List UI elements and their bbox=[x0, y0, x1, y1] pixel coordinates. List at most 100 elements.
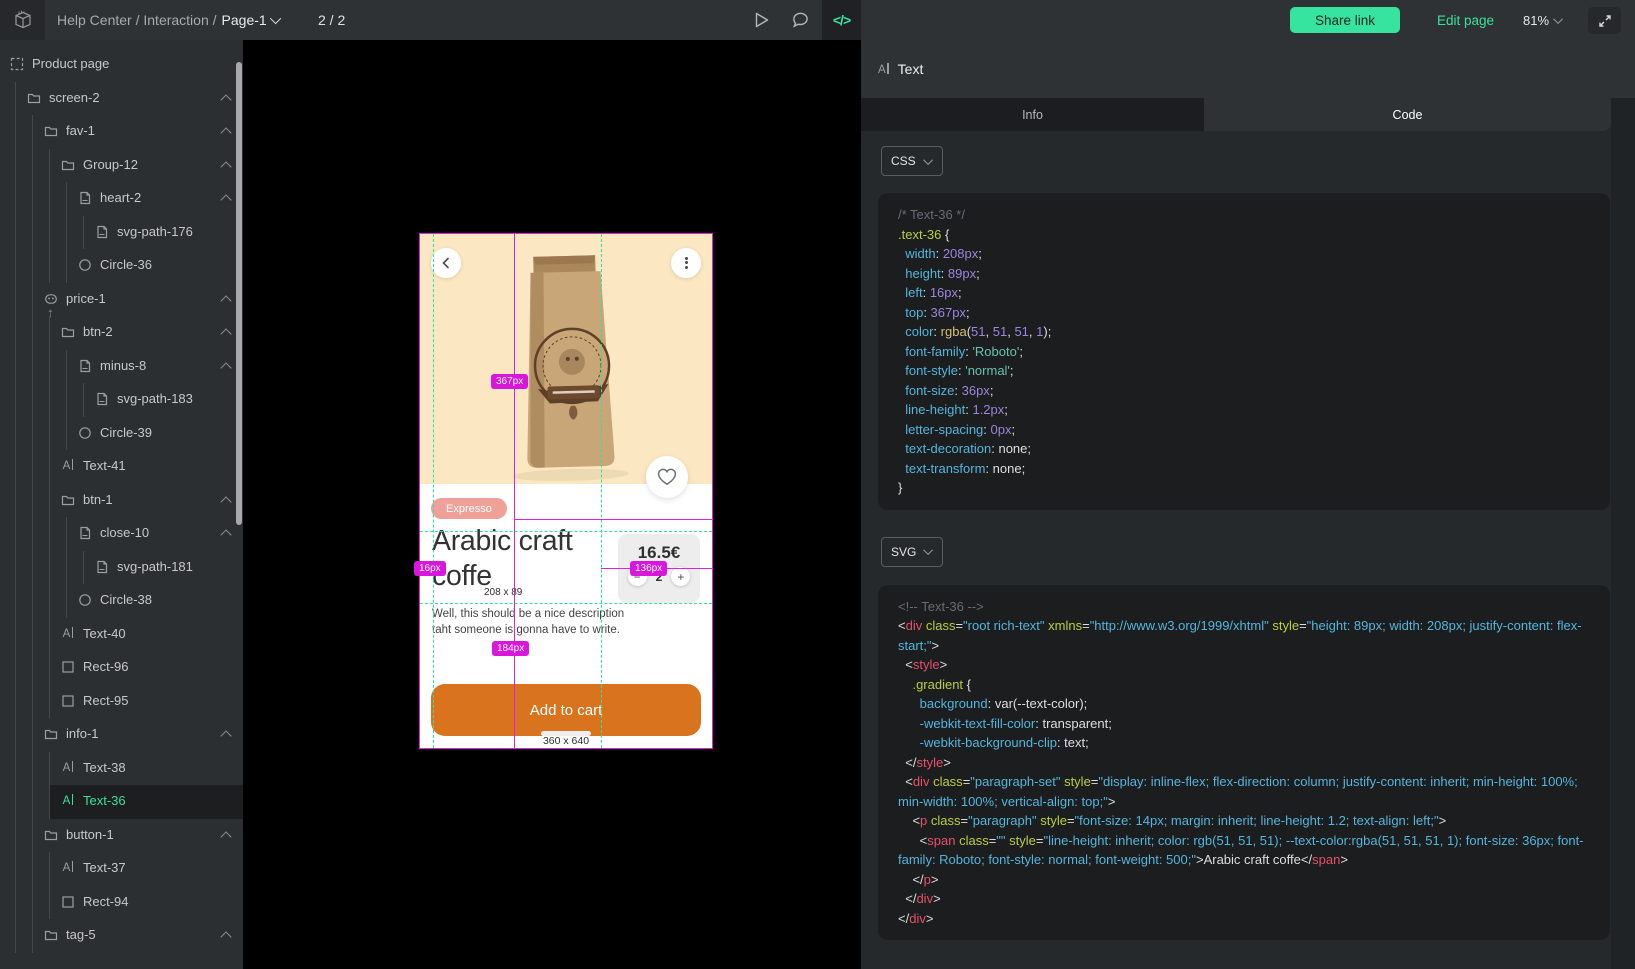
text-layer-icon: A bbox=[61, 794, 75, 808]
layer-item-info-1[interactable]: info-1 bbox=[0, 718, 243, 752]
layer-item-btn-2[interactable]: btn-2 bbox=[0, 316, 243, 350]
layer-item-heart-2[interactable]: heart-2 bbox=[0, 182, 243, 216]
share-link-button[interactable]: Share link bbox=[1290, 7, 1400, 33]
indent-guide bbox=[49, 886, 50, 920]
layer-item-circle-39[interactable]: Circle-39 bbox=[0, 417, 243, 451]
layer-item-price-1[interactable]: price-1↑ bbox=[0, 283, 243, 317]
collapse-chevron-icon[interactable] bbox=[220, 931, 231, 942]
layer-label: Rect-95 bbox=[83, 693, 129, 708]
layer-item-screen-2[interactable]: screen-2 bbox=[0, 82, 243, 116]
selection-size-label: 208 x 89 bbox=[484, 587, 522, 598]
tab-info[interactable]: Info bbox=[861, 98, 1204, 131]
layer-item-button-1[interactable]: button-1 bbox=[0, 819, 243, 853]
layer-item-svg-path-183[interactable]: svg-path-183 bbox=[0, 383, 243, 417]
tab-code[interactable]: Code bbox=[1204, 98, 1611, 131]
layer-item-close-10[interactable]: close-10 bbox=[0, 517, 243, 551]
collapse-chevron-icon[interactable] bbox=[220, 362, 231, 373]
indent-guide bbox=[83, 383, 84, 417]
layer-item-rect-95[interactable]: Rect-95 bbox=[0, 685, 243, 719]
comment-icon bbox=[792, 12, 809, 28]
text-layer-icon: A bbox=[61, 627, 75, 641]
product-description[interactable]: Well, this should be a nice description … bbox=[432, 606, 624, 638]
indent-guide bbox=[32, 182, 33, 216]
svg-select-value: SVG bbox=[891, 545, 916, 559]
layer-item-rect-94[interactable]: Rect-94 bbox=[0, 886, 243, 920]
product-title[interactable]: Arabic craft coffe bbox=[432, 524, 614, 594]
layer-item-text-37[interactable]: AText-37 bbox=[0, 852, 243, 886]
indent-guide bbox=[49, 149, 50, 183]
layer-item-text-38[interactable]: AText-38 bbox=[0, 752, 243, 786]
layer-label: button-1 bbox=[66, 827, 114, 842]
indent-guide bbox=[49, 785, 50, 819]
layer-item-minus-8[interactable]: minus-8 bbox=[0, 350, 243, 384]
layer-item-group-12[interactable]: Group-12 bbox=[0, 149, 243, 183]
collapse-chevron-icon[interactable] bbox=[220, 94, 231, 105]
layer-item-rect-96[interactable]: Rect-96 bbox=[0, 651, 243, 685]
layer-item-fav-1[interactable]: fav-1 bbox=[0, 115, 243, 149]
frame-icon bbox=[10, 57, 24, 71]
layer-item-text-41[interactable]: A Text-41 bbox=[0, 450, 243, 484]
collapse-chevron-icon[interactable] bbox=[220, 831, 231, 842]
layer-item-svg-path-181[interactable]: svg-path-181 bbox=[0, 551, 243, 585]
product-page-screen: Expresso Arabic craft coffe 208 x 89 Wel… bbox=[420, 234, 712, 748]
text-layer-icon: A bbox=[61, 459, 75, 473]
favorite-button[interactable] bbox=[646, 456, 688, 498]
layer-item-circle-36[interactable]: Circle-36 bbox=[0, 249, 243, 283]
more-options-button[interactable] bbox=[671, 248, 701, 278]
indent-guide bbox=[15, 115, 16, 149]
zoom-level-dropdown[interactable]: 81% bbox=[1523, 0, 1563, 40]
fullscreen-button[interactable] bbox=[1588, 7, 1621, 34]
layer-item-text-36[interactable]: AText-36 bbox=[0, 785, 243, 819]
comment-button[interactable] bbox=[783, 0, 817, 40]
indent-guide bbox=[49, 752, 50, 786]
code-view-button[interactable]: </> bbox=[822, 0, 861, 40]
svg-file-icon bbox=[78, 359, 92, 373]
layer-label: svg-path-181 bbox=[117, 559, 193, 574]
indent-guide bbox=[32, 886, 33, 920]
minus-button[interactable]: − bbox=[628, 567, 647, 586]
indent-guide bbox=[15, 852, 16, 886]
layer-item-svg-path-176[interactable]: svg-path-176 bbox=[0, 216, 243, 250]
breadcrumb[interactable]: Help Center / Interaction / Page-1 bbox=[57, 0, 281, 40]
layer-item-product page[interactable]: Product page bbox=[0, 48, 243, 82]
collapse-chevron-icon[interactable] bbox=[220, 529, 231, 540]
back-button[interactable] bbox=[431, 248, 461, 278]
text-layer-icon: A bbox=[878, 60, 889, 78]
indent-guide bbox=[32, 115, 33, 149]
indent-guide bbox=[32, 417, 33, 451]
indent-guide bbox=[15, 785, 16, 819]
collapse-chevron-icon[interactable] bbox=[220, 496, 231, 507]
indent-guide bbox=[15, 584, 16, 618]
collapse-chevron-icon[interactable] bbox=[220, 127, 231, 138]
app-logo[interactable] bbox=[0, 0, 45, 40]
collapse-chevron-icon[interactable] bbox=[220, 328, 231, 339]
layer-item-text-40[interactable]: AText-40 bbox=[0, 618, 243, 652]
artboard-frame[interactable]: Expresso Arabic craft coffe 208 x 89 Wel… bbox=[419, 233, 713, 749]
indent-guide bbox=[32, 785, 33, 819]
svg-format-select[interactable]: SVG bbox=[881, 537, 943, 567]
collapse-chevron-icon[interactable] bbox=[220, 295, 231, 306]
add-to-cart-button[interactable]: Add to cart bbox=[431, 684, 701, 736]
canvas[interactable]: Expresso Arabic craft coffe 208 x 89 Wel… bbox=[243, 40, 861, 969]
indent-guide bbox=[15, 249, 16, 283]
price-widget[interactable]: 16.5€ − 2 + bbox=[618, 534, 700, 603]
collapse-chevron-icon[interactable] bbox=[220, 161, 231, 172]
play-button[interactable] bbox=[745, 0, 779, 40]
edit-page-link[interactable]: Edit page bbox=[1437, 0, 1494, 40]
layer-label: Text-41 bbox=[83, 458, 126, 473]
indent-guide bbox=[15, 182, 16, 216]
indent-guide bbox=[15, 618, 16, 652]
folder-icon bbox=[44, 828, 58, 842]
css-format-select[interactable]: CSS bbox=[881, 146, 943, 176]
layer-item-circle-38[interactable]: Circle-38 bbox=[0, 584, 243, 618]
layers-scrollbar[interactable] bbox=[236, 62, 242, 525]
plus-button[interactable]: + bbox=[671, 567, 690, 586]
layer-item-btn-1[interactable]: btn-1 bbox=[0, 484, 243, 518]
layer-label: Rect-94 bbox=[83, 894, 129, 909]
collapse-chevron-icon[interactable] bbox=[220, 730, 231, 741]
layer-label: Text-37 bbox=[83, 860, 126, 875]
collapse-chevron-icon[interactable] bbox=[220, 194, 231, 205]
layer-item-tag-5[interactable]: tag-5 bbox=[0, 919, 243, 953]
category-tag[interactable]: Expresso bbox=[431, 498, 507, 519]
chevron-down-icon bbox=[923, 155, 933, 165]
